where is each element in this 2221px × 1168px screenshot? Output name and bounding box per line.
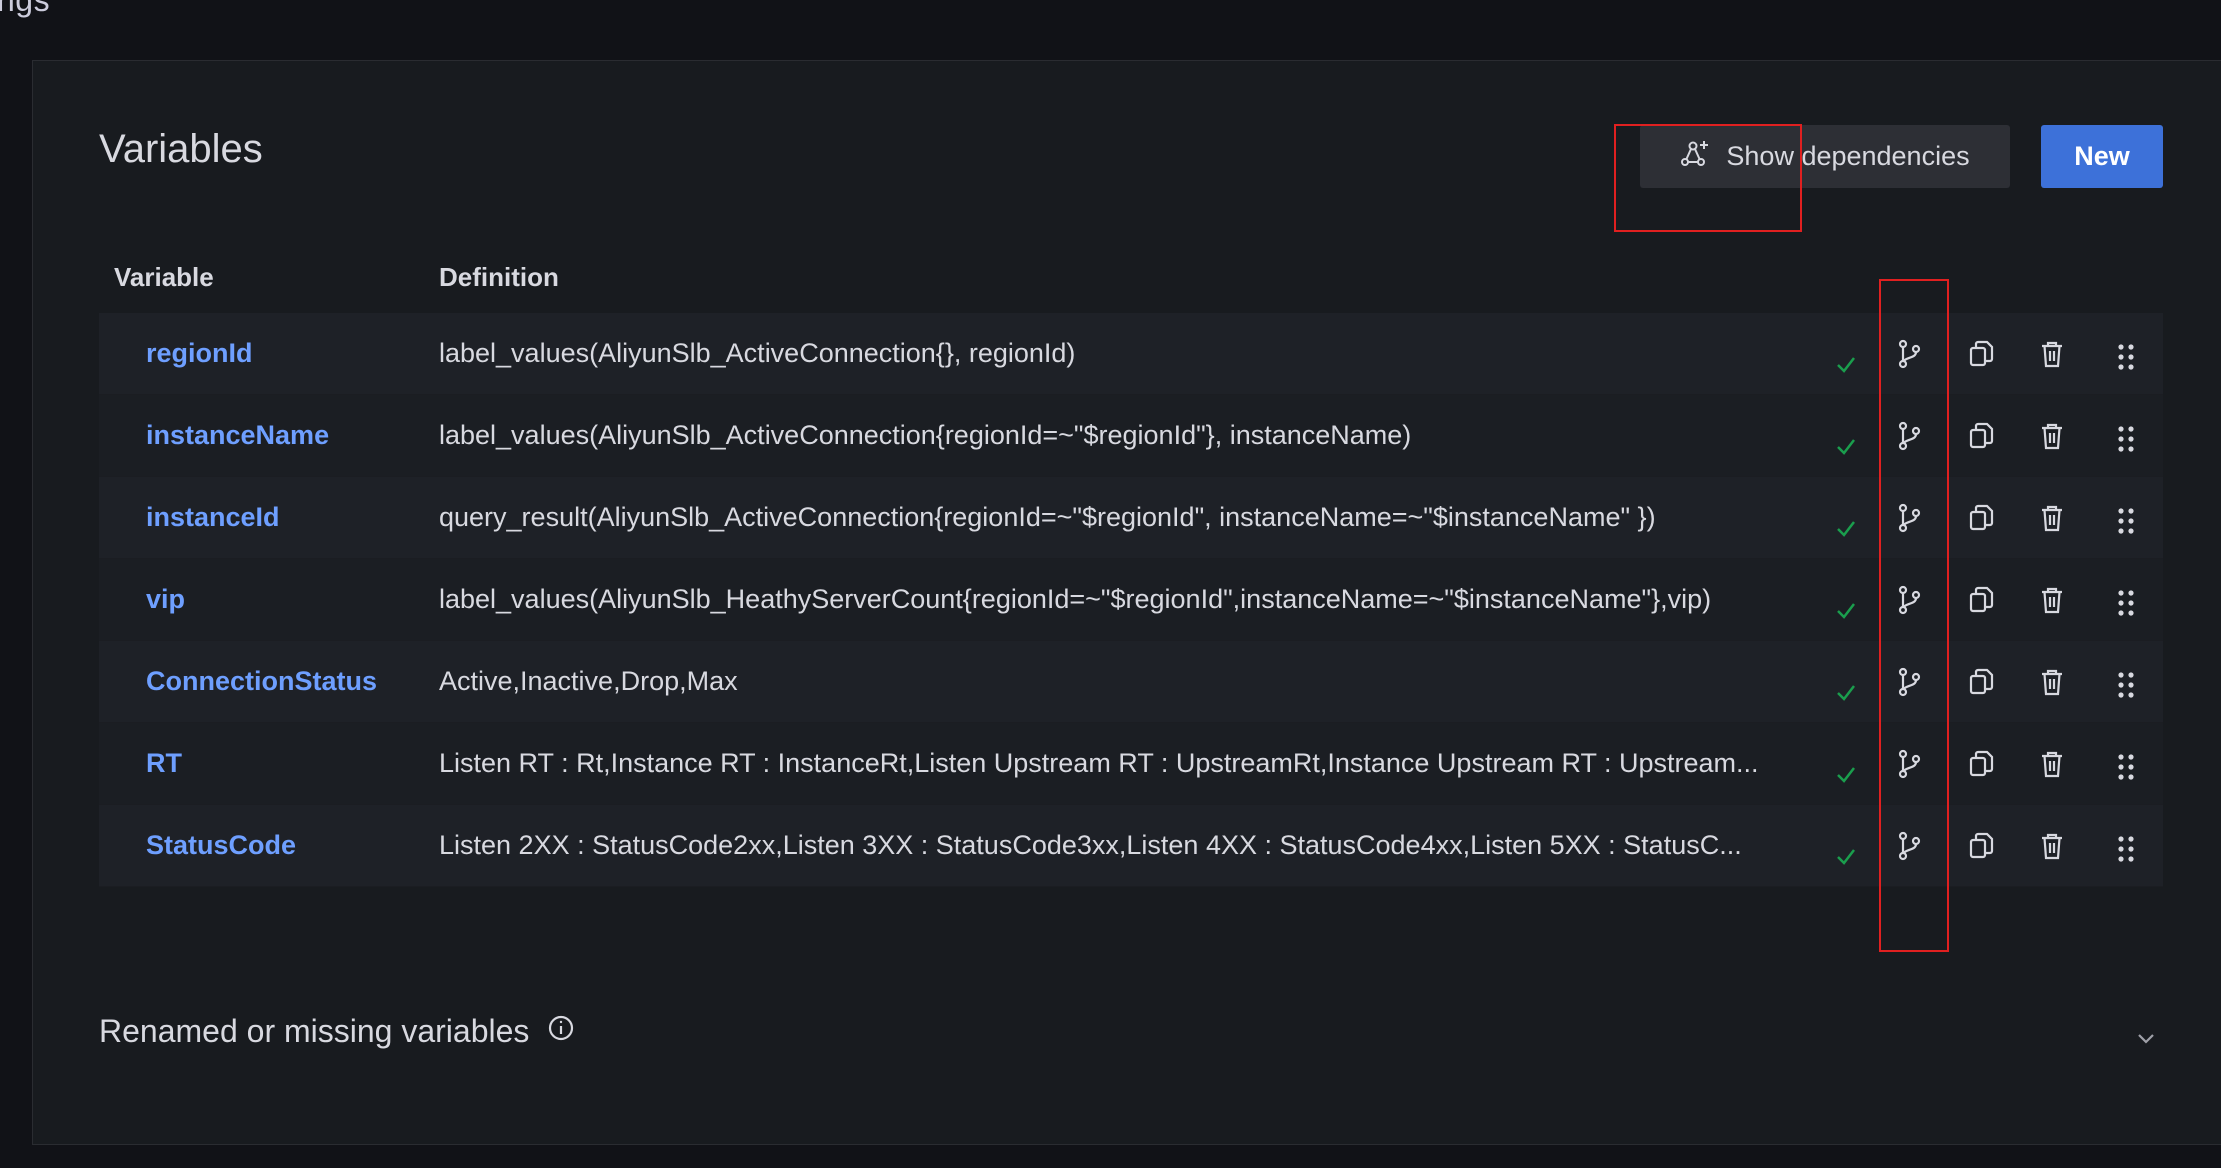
- table-row[interactable]: RT Listen RT : Rt,Instance RT : InstanceR…: [99, 723, 2163, 805]
- variable-definition: Listen RT : Rt,Instance RT : InstanceRt,…: [439, 748, 1759, 778]
- table-row[interactable]: instanceName label_values(AliyunSlb_Activ…: [99, 395, 2163, 477]
- new-variable-button[interactable]: New: [2041, 125, 2163, 188]
- breadcrumb-fragment: ngs: [0, 0, 51, 18]
- column-header-variable: Variable: [114, 262, 214, 292]
- variable-definition: label_values(AliyunSlb_HeathyServerCount…: [439, 584, 1712, 614]
- drag-handle-icon[interactable]: [2106, 480, 2146, 561]
- copy-icon[interactable]: [1961, 641, 2001, 722]
- check-icon: [1826, 651, 1866, 732]
- drag-handle-icon[interactable]: [2106, 562, 2146, 643]
- check-icon: [1826, 487, 1866, 568]
- copy-icon[interactable]: [1961, 723, 2001, 804]
- copy-icon[interactable]: [1961, 477, 2001, 558]
- trash-icon[interactable]: [2032, 559, 2072, 640]
- renamed-missing-variables-label: Renamed or missing variables: [99, 1013, 530, 1049]
- info-icon[interactable]: [547, 1013, 575, 1050]
- table-row[interactable]: ConnectionStatus Active,Inactive,Drop,Max: [99, 641, 2163, 723]
- table-row[interactable]: instanceId query_result(AliyunSlb_ActiveC…: [99, 477, 2163, 559]
- check-icon: [1826, 323, 1866, 404]
- drag-handle-icon[interactable]: [2106, 808, 2146, 889]
- variable-name-link[interactable]: StatusCode: [146, 805, 296, 886]
- drag-handle-icon[interactable]: [2106, 644, 2146, 725]
- renamed-missing-variables-toggle[interactable]: Renamed or missing variables: [99, 1013, 575, 1050]
- table-row[interactable]: StatusCode Listen 2XX : StatusCode2xx,Lis…: [99, 805, 2163, 887]
- trash-icon[interactable]: [2032, 477, 2072, 558]
- check-icon: [1826, 815, 1866, 896]
- variables-table: regionId label_values(AliyunSlb_ActiveCon…: [99, 313, 2163, 887]
- table-row[interactable]: regionId label_values(AliyunSlb_ActiveCon…: [99, 313, 2163, 395]
- variable-name-link[interactable]: vip: [146, 559, 185, 640]
- chevron-down-icon[interactable]: [2135, 1030, 2157, 1051]
- table-row[interactable]: vip label_values(AliyunSlb_HeathyServerCo…: [99, 559, 2163, 641]
- highlight-box-dependencies: [1614, 124, 1802, 232]
- trash-icon[interactable]: [2032, 723, 2072, 804]
- highlight-box-branch-column: [1879, 279, 1949, 952]
- copy-icon[interactable]: [1961, 395, 2001, 476]
- copy-icon[interactable]: [1961, 559, 2001, 640]
- variable-definition: label_values(AliyunSlb_ActiveConnection{…: [439, 420, 1412, 450]
- drag-handle-icon[interactable]: [2106, 398, 2146, 479]
- variable-name-link[interactable]: instanceName: [146, 395, 329, 476]
- page-title: Variables: [99, 127, 263, 171]
- trash-icon[interactable]: [2032, 805, 2072, 886]
- drag-handle-icon[interactable]: [2106, 316, 2146, 397]
- variable-definition: Active,Inactive,Drop,Max: [439, 666, 738, 696]
- check-icon: [1826, 405, 1866, 486]
- check-icon: [1826, 733, 1866, 814]
- check-icon: [1826, 569, 1866, 650]
- variable-name-link[interactable]: RT: [146, 723, 182, 804]
- variable-name-link[interactable]: ConnectionStatus: [146, 641, 377, 722]
- variable-name-link[interactable]: regionId: [146, 313, 253, 394]
- copy-icon[interactable]: [1961, 805, 2001, 886]
- drag-handle-icon[interactable]: [2106, 726, 2146, 807]
- column-header-definition: Definition: [439, 262, 559, 292]
- variable-definition: query_result(AliyunSlb_ActiveConnection{…: [439, 502, 1656, 532]
- variable-definition: label_values(AliyunSlb_ActiveConnection{…: [439, 338, 1076, 368]
- copy-icon[interactable]: [1961, 313, 2001, 394]
- trash-icon[interactable]: [2032, 313, 2072, 394]
- variable-name-link[interactable]: instanceId: [146, 477, 280, 558]
- trash-icon[interactable]: [2032, 395, 2072, 476]
- variable-definition: Listen 2XX : StatusCode2xx,Listen 3XX : …: [439, 830, 1742, 860]
- trash-icon[interactable]: [2032, 641, 2072, 722]
